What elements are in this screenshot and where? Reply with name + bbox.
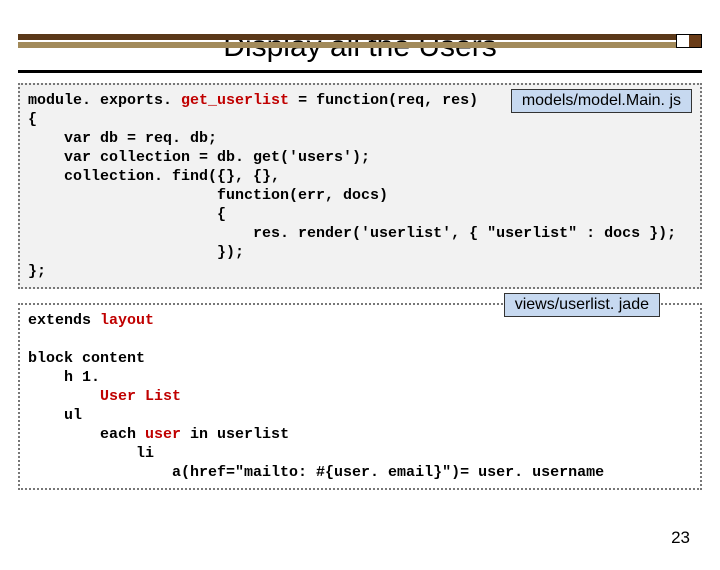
- decorative-bars: [18, 34, 702, 50]
- code-views: extends layout block content h 1. User L…: [28, 311, 692, 482]
- corner-square-icon: [676, 34, 702, 48]
- page-number: 23: [671, 528, 690, 548]
- code-box-views: views/userlist. jade extends layout bloc…: [18, 303, 702, 490]
- file-tag-models: models/model.Main. js: [511, 89, 692, 113]
- file-tag-views: views/userlist. jade: [504, 293, 660, 317]
- title-underline: [18, 70, 702, 73]
- code-models: module. exports. get_userlist = function…: [28, 91, 692, 281]
- code-box-models: models/model.Main. js module. exports. g…: [18, 83, 702, 289]
